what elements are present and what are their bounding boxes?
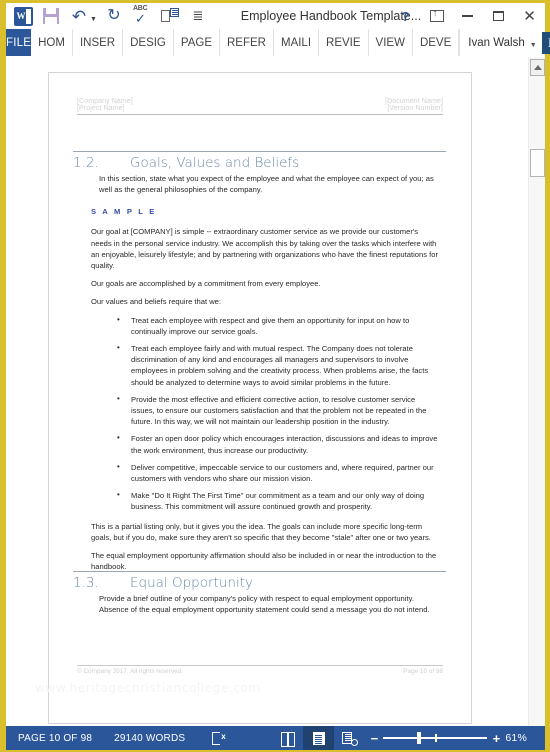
user-name: Ivan Walsh: [468, 37, 525, 49]
read-mode-button[interactable]: [272, 726, 303, 750]
header-document-name: [Document Name]: [385, 98, 443, 105]
redo-icon[interactable]: ↻: [101, 5, 127, 27]
tab-home[interactable]: HOM: [31, 29, 73, 57]
web-layout-button[interactable]: [334, 726, 365, 750]
section-1-2-body: In this section, state what you expect o…: [91, 173, 439, 579]
word-count[interactable]: 29140 WORDS: [92, 733, 185, 744]
print-layout-button[interactable]: [303, 726, 335, 750]
tab-design[interactable]: DESIG: [123, 29, 174, 57]
footer-page-number: Page 10 of 98: [403, 668, 443, 675]
zoom-out-button[interactable]: −: [365, 731, 383, 746]
tab-references[interactable]: REFER: [220, 29, 274, 57]
touch-mode-icon[interactable]: [157, 5, 183, 27]
heading-title: Equal Opportunity: [130, 575, 253, 591]
view-buttons: [272, 726, 365, 750]
section-heading-1-2: 1.2. Goals, Values and Beliefs: [73, 151, 446, 171]
document-footer: © Company 2017. All rights reserved. Pag…: [77, 665, 443, 675]
spelling-check-icon[interactable]: ABC ✓: [129, 5, 155, 27]
paragraph: Our values and beliefs require that we:: [91, 297, 222, 307]
list-item: Make "Do It Right The First Time" our co…: [91, 489, 439, 512]
tab-file[interactable]: FILE: [6, 29, 32, 57]
minimize-button[interactable]: [452, 3, 483, 29]
page-indicator[interactable]: PAGE 10 OF 98: [6, 733, 92, 744]
section-heading-1-3: 1.3. Equal Opportunity: [73, 571, 446, 591]
tab-review[interactable]: REVIE: [319, 29, 369, 57]
account-area[interactable]: Ivan Walsh ▼ K: [459, 29, 550, 57]
header-company-name: [Company Name]: [77, 98, 133, 105]
watermark-text: www.heritagechristiancollege.com: [35, 681, 261, 695]
footer-copyright: © Company 2017. All rights reserved.: [77, 668, 183, 675]
scroll-up-arrow-icon[interactable]: [530, 59, 545, 76]
word-logo-letter: W: [16, 11, 26, 21]
paragraph: The equal employment opportunity affirma…: [91, 551, 437, 572]
tab-insert[interactable]: INSER: [73, 29, 124, 57]
workspace: [Company Name] [Document Name] [Project …: [6, 57, 545, 726]
quick-access-toolbar: W ↶ ▼ ↻ ABC ✓ ≣: [6, 5, 211, 27]
ribbon-display-options-button[interactable]: [421, 3, 452, 29]
document-page[interactable]: [Company Name] [Document Name] [Project …: [35, 72, 472, 724]
zoom-in-button[interactable]: +: [487, 731, 505, 746]
ribbon-tab-bar: FILE HOM INSER DESIG PAGE REFER MAILI RE…: [6, 29, 550, 57]
close-button[interactable]: ✕: [514, 3, 545, 29]
maximize-button[interactable]: [483, 3, 514, 29]
list-item: Provide the most effective and efficient…: [91, 393, 439, 428]
list-item: Treat each employee fairly and with mutu…: [91, 342, 439, 388]
help-button[interactable]: ?: [390, 3, 421, 29]
paragraph: Our goals are accomplished by a commitme…: [91, 279, 321, 289]
zoom-controls: − + 61%: [365, 731, 545, 746]
save-icon[interactable]: [38, 5, 64, 27]
values-bullet-list: Treat each employee with respect and giv…: [91, 314, 439, 513]
header-version-number: [Version Number]: [387, 105, 443, 112]
tab-view[interactable]: VIEW: [369, 29, 413, 57]
document-header: [Company Name] [Document Name] [Project …: [77, 98, 443, 115]
title-bar: W ↶ ▼ ↻ ABC ✓ ≣ Employee Handbook Templa…: [6, 3, 545, 29]
scroll-thumb[interactable]: [530, 149, 545, 177]
vertical-scrollbar[interactable]: [528, 57, 545, 726]
heading-number: 1.2.: [73, 155, 99, 171]
zoom-slider[interactable]: [383, 731, 488, 745]
word-logo-icon: W: [10, 5, 36, 27]
chevron-down-icon[interactable]: ▼: [530, 42, 537, 49]
proofing-errors-icon[interactable]: x: [207, 726, 229, 750]
list-item: Treat each employee with respect and giv…: [91, 314, 439, 337]
section-intro: In this section, state what you expect o…: [99, 174, 434, 195]
tab-page-layout[interactable]: PAGE: [174, 29, 220, 57]
word-window: W ↶ ▼ ↻ ABC ✓ ≣ Employee Handbook Templa…: [0, 0, 550, 752]
tab-mailings[interactable]: MAILI: [274, 29, 320, 57]
customize-qat-icon[interactable]: ≣: [185, 5, 211, 27]
status-bar: PAGE 10 OF 98 29140 WORDS x − + 61%: [6, 726, 545, 750]
zoom-slider-thumb[interactable]: [417, 732, 422, 744]
document-canvas[interactable]: [Company Name] [Document Name] [Project …: [6, 57, 528, 726]
paragraph: This is a partial listing only, but it g…: [91, 521, 431, 542]
sample-label: S A M P L E: [91, 207, 157, 217]
list-item: Foster an open door policy which encoura…: [91, 432, 439, 455]
undo-dropdown-caret-icon[interactable]: ▼: [90, 16, 97, 23]
paragraph: Our goal at [COMPANY] is simple -- extra…: [91, 227, 438, 271]
section-intro: Provide a brief outline of your company'…: [99, 594, 430, 615]
undo-icon[interactable]: ↶: [66, 5, 92, 27]
header-project-name: [Project Name]: [77, 105, 125, 112]
list-item: Deliver competitive, impeccable service …: [91, 461, 439, 484]
heading-number: 1.3.: [73, 575, 99, 591]
heading-title: Goals, Values and Beliefs: [130, 155, 300, 171]
tab-developer[interactable]: DEVE: [413, 29, 460, 57]
zoom-level[interactable]: 61%: [505, 732, 537, 744]
section-1-3-body: Provide a brief outline of your company'…: [91, 593, 439, 627]
window-controls: ? ✕: [390, 3, 545, 29]
avatar[interactable]: K: [541, 32, 550, 54]
